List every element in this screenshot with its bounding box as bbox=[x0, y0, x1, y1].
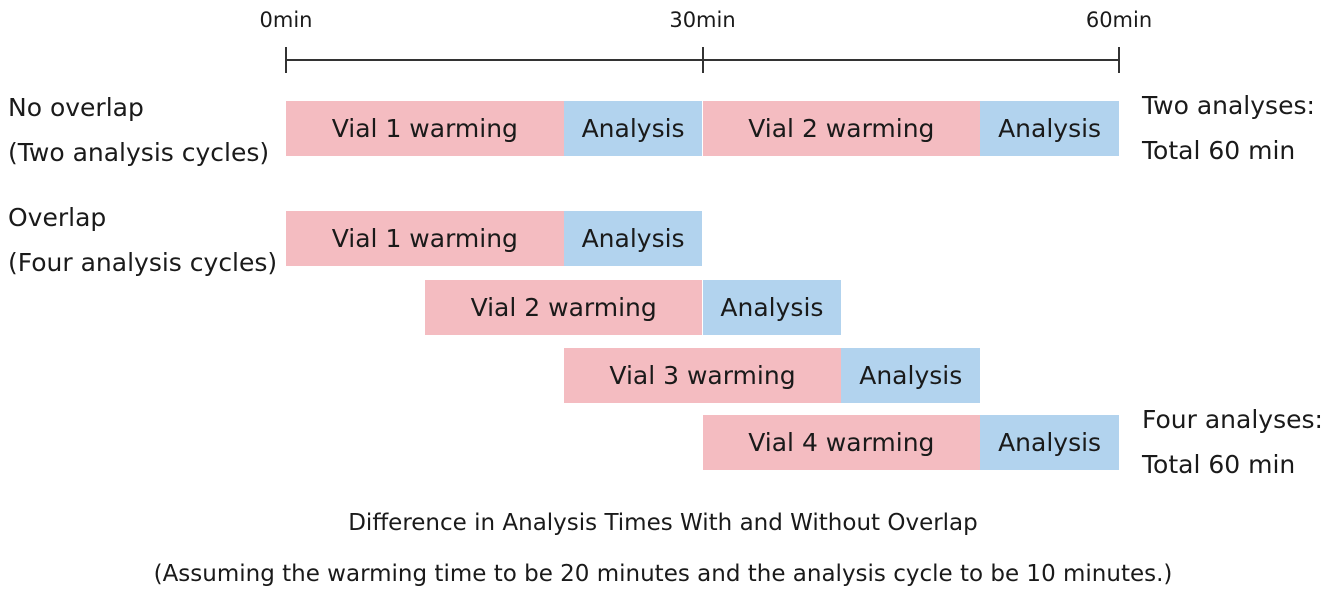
group-label-title: Overlap bbox=[8, 203, 107, 232]
warming-segment: Vial 4 warming bbox=[702, 415, 981, 470]
diagram-title: Difference in Analysis Times With and Wi… bbox=[348, 510, 978, 536]
group-label-title: No overlap bbox=[8, 93, 144, 122]
group-label-overlap: Overlap (Four analysis cycles) bbox=[8, 195, 277, 285]
warming-segment: Vial 1 warming bbox=[286, 211, 564, 266]
warming-segment: Vial 2 warming bbox=[424, 280, 703, 335]
analysis-segment: Analysis bbox=[563, 101, 703, 156]
note-no-overlap-total: Two analyses: Total 60 min bbox=[1142, 83, 1315, 173]
group-label-no-overlap: No overlap (Two analysis cycles) bbox=[8, 85, 269, 175]
diagram-subtitle: (Assuming the warming time to be 20 minu… bbox=[153, 561, 1173, 587]
analysis-segment: Analysis bbox=[980, 101, 1119, 156]
axis-tick bbox=[285, 47, 287, 73]
note-total: Total 60 min bbox=[1142, 450, 1296, 479]
note-total: Total 60 min bbox=[1142, 136, 1296, 165]
axis-tick-label: 60min bbox=[1085, 8, 1153, 32]
note-count: Four analyses: bbox=[1142, 405, 1323, 434]
warming-segment: Vial 1 warming bbox=[286, 101, 564, 156]
analysis-segment: Analysis bbox=[702, 280, 842, 335]
note-overlap-total: Four analyses: Total 60 min bbox=[1142, 397, 1323, 487]
warming-segment: Vial 3 warming bbox=[563, 348, 842, 403]
warming-segment: Vial 2 warming bbox=[702, 101, 981, 156]
note-count: Two analyses: bbox=[1142, 91, 1315, 120]
axis-tick bbox=[1118, 47, 1120, 73]
group-label-subtitle: (Two analysis cycles) bbox=[8, 138, 270, 167]
analysis-segment: Analysis bbox=[563, 211, 703, 266]
axis-tick bbox=[701, 47, 704, 73]
axis-tick-label: 30min bbox=[669, 8, 736, 32]
analysis-segment: Analysis bbox=[841, 348, 981, 403]
axis-tick-label: 0min bbox=[259, 8, 313, 32]
analysis-segment: Analysis bbox=[980, 415, 1119, 470]
group-label-subtitle: (Four analysis cycles) bbox=[8, 248, 278, 277]
